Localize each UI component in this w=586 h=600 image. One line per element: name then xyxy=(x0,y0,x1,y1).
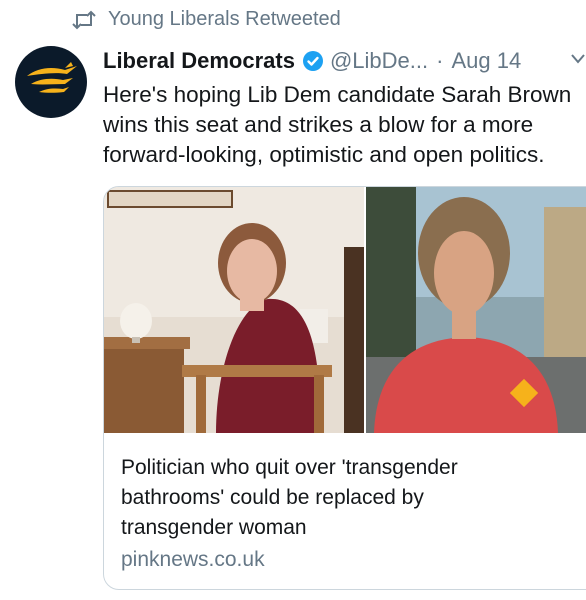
liberal-democrats-bird-logo xyxy=(21,56,81,109)
card-title-line: transgender woman xyxy=(121,516,307,539)
tweet-date[interactable]: Aug 14 xyxy=(451,48,521,74)
card-domain: pinknews.co.uk xyxy=(121,548,265,571)
social-context-text: Young Liberals Retweeted xyxy=(108,8,341,30)
card-title-line: Politician who quit over 'transgender xyxy=(121,456,458,479)
tweet-text-line: forward-looking, optimistic and open pol… xyxy=(103,142,545,167)
author-name[interactable]: Liberal Democrats xyxy=(103,48,295,74)
tweet-header: Liberal Democrats @LibDe... · Aug 14 xyxy=(103,46,586,76)
chevron-down-icon[interactable] xyxy=(568,48,586,76)
separator-dot: · xyxy=(436,48,444,73)
card-image xyxy=(104,187,586,433)
card-title-line: bathrooms' could be replaced by xyxy=(121,486,424,509)
card-text: Politician who quit over 'transgender ba… xyxy=(121,453,581,575)
social-context[interactable]: Young Liberals Retweeted xyxy=(72,8,341,31)
retweet-icon xyxy=(72,10,96,30)
tweet-text-line: Here's hoping Lib Dem candidate Sarah Br… xyxy=(103,82,572,107)
verified-badge-icon xyxy=(302,50,324,72)
author-handle[interactable]: @LibDe... xyxy=(330,48,428,74)
avatar[interactable] xyxy=(15,46,87,118)
tweet-text: Here's hoping Lib Dem candidate Sarah Br… xyxy=(103,80,586,170)
link-card[interactable]: Politician who quit over 'transgender ba… xyxy=(103,186,586,590)
tweet-text-line: wins this seat and strikes a blow for a … xyxy=(103,112,534,137)
